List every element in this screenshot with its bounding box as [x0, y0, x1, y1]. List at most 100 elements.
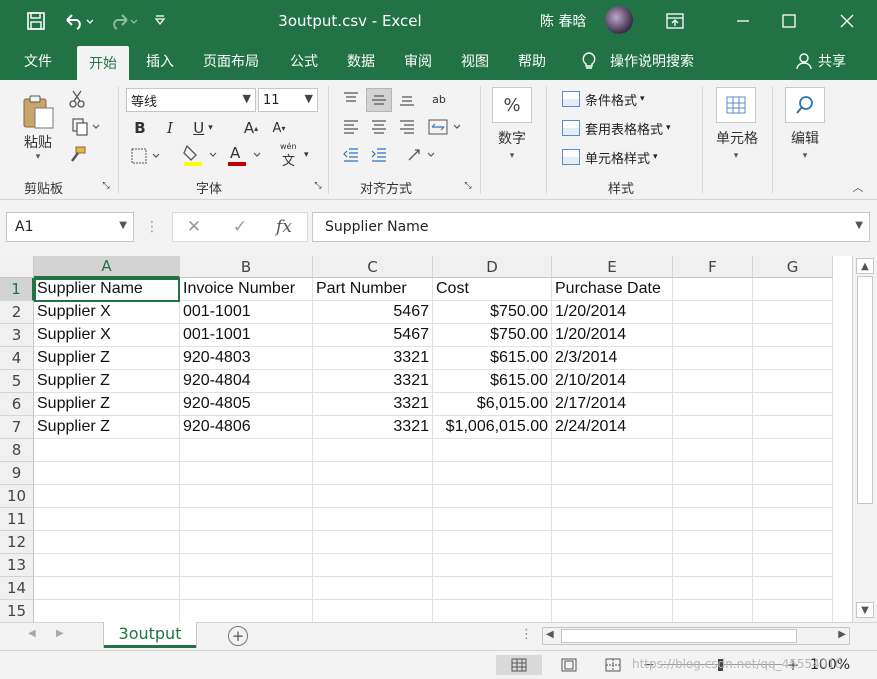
- column-header-e[interactable]: E: [552, 256, 673, 278]
- cell-d9[interactable]: [433, 462, 552, 485]
- formula-input[interactable]: Supplier Name ▼: [312, 212, 870, 242]
- close-icon[interactable]: [824, 0, 870, 42]
- cell-d8[interactable]: [433, 439, 552, 462]
- row-header-7[interactable]: 7: [0, 416, 34, 439]
- paste-button[interactable]: 粘贴 ▾: [18, 88, 58, 168]
- cell-e15[interactable]: [552, 600, 673, 622]
- align-bottom-icon[interactable]: [396, 88, 418, 110]
- cell-e2[interactable]: 1/20/2014: [552, 301, 673, 324]
- cell-g2[interactable]: [753, 301, 833, 324]
- cell-g13[interactable]: [753, 554, 833, 577]
- collapse-ribbon-icon[interactable]: ︿: [850, 180, 866, 194]
- cell-c13[interactable]: [313, 554, 433, 577]
- cell-e10[interactable]: [552, 485, 673, 508]
- cell-f13[interactable]: [673, 554, 753, 577]
- cell-a6[interactable]: Supplier Z: [34, 393, 180, 416]
- fill-color-icon[interactable]: [180, 142, 224, 168]
- cell-d12[interactable]: [433, 531, 552, 554]
- cell-b3[interactable]: 001-1001: [180, 324, 313, 347]
- cells-button[interactable]: 单元格: [710, 128, 764, 148]
- column-header-g[interactable]: G: [753, 256, 833, 278]
- cell-a3[interactable]: Supplier X: [34, 324, 180, 347]
- cell-g4[interactable]: [753, 347, 833, 370]
- column-header-b[interactable]: B: [180, 256, 313, 278]
- cell-c12[interactable]: [313, 531, 433, 554]
- tell-me-search[interactable]: 操作说明搜索: [580, 42, 694, 80]
- next-sheet-icon[interactable]: ▶: [56, 628, 64, 639]
- cell-c8[interactable]: [313, 439, 433, 462]
- cell-d6[interactable]: $6,015.00: [433, 393, 552, 416]
- cell-e11[interactable]: [552, 508, 673, 531]
- insert-function-icon[interactable]: fx: [270, 212, 298, 242]
- cell-d10[interactable]: [433, 485, 552, 508]
- font-size-combo[interactable]: 11 ▼: [258, 88, 318, 112]
- normal-view-icon[interactable]: [496, 655, 542, 675]
- cell-f11[interactable]: [673, 508, 753, 531]
- cell-g8[interactable]: [753, 439, 833, 462]
- tab-help[interactable]: 帮助: [518, 42, 546, 80]
- cell-f6[interactable]: [673, 393, 753, 416]
- cell-a5[interactable]: Supplier Z: [34, 370, 180, 393]
- row-header-12[interactable]: 12: [0, 531, 34, 554]
- cell-c6[interactable]: 3321: [313, 393, 433, 416]
- cell-b15[interactable]: [180, 600, 313, 622]
- cell-b5[interactable]: 920-4804: [180, 370, 313, 393]
- cell-d11[interactable]: [433, 508, 552, 531]
- font-launcher-icon[interactable]: ⤡: [312, 180, 324, 192]
- cell-b6[interactable]: 920-4805: [180, 393, 313, 416]
- cell-c11[interactable]: [313, 508, 433, 531]
- sheet-tab-3output[interactable]: 3output: [104, 622, 196, 648]
- column-header-a[interactable]: A: [34, 256, 180, 278]
- cell-f2[interactable]: [673, 301, 753, 324]
- cell-a13[interactable]: [34, 554, 180, 577]
- vertical-scrollbar[interactable]: ▲ ▼: [852, 256, 877, 622]
- cell-styles-button[interactable]: 单元格样式 ▾: [562, 146, 658, 168]
- tab-review[interactable]: 审阅: [404, 42, 432, 80]
- cell-c2[interactable]: 5467: [313, 301, 433, 324]
- format-as-table-button[interactable]: 套用表格格式 ▾: [562, 117, 671, 139]
- cell-c15[interactable]: [313, 600, 433, 622]
- cell-g14[interactable]: [753, 577, 833, 600]
- grow-font-icon[interactable]: A ▴: [240, 118, 262, 138]
- cell-e4[interactable]: 2/3/2014: [552, 347, 673, 370]
- minimize-icon[interactable]: [720, 0, 766, 42]
- cell-f1[interactable]: [673, 278, 753, 301]
- clipboard-launcher-icon[interactable]: ⤡: [100, 180, 112, 192]
- cell-a11[interactable]: [34, 508, 180, 531]
- cell-a1[interactable]: Supplier Name: [34, 278, 180, 301]
- cell-c9[interactable]: [313, 462, 433, 485]
- font-name-combo[interactable]: 等线 ▼: [126, 88, 256, 112]
- italic-icon[interactable]: I: [160, 118, 180, 138]
- phonetic-guide-icon[interactable]: wén 文 ▾: [276, 142, 316, 169]
- align-right-icon[interactable]: [396, 116, 418, 138]
- splitter-dots-icon[interactable]: ⋮: [520, 627, 533, 642]
- cell-c1[interactable]: Part Number: [313, 278, 433, 301]
- number-format-button[interactable]: 数字: [488, 128, 536, 148]
- font-color-icon[interactable]: A: [224, 142, 268, 168]
- cell-b4[interactable]: 920-4803: [180, 347, 313, 370]
- cell-g10[interactable]: [753, 485, 833, 508]
- cell-g12[interactable]: [753, 531, 833, 554]
- cell-b12[interactable]: [180, 531, 313, 554]
- tab-view[interactable]: 视图: [461, 42, 489, 80]
- cell-g1[interactable]: [753, 278, 833, 301]
- tab-page-layout[interactable]: 页面布局: [203, 42, 259, 80]
- borders-icon[interactable]: [128, 146, 168, 166]
- cell-f7[interactable]: [673, 416, 753, 439]
- cell-a7[interactable]: Supplier Z: [34, 416, 180, 439]
- name-box[interactable]: A1 ▼: [6, 212, 134, 242]
- tab-data[interactable]: 数据: [347, 42, 375, 80]
- row-header-11[interactable]: 11: [0, 508, 34, 531]
- cell-c3[interactable]: 5467: [313, 324, 433, 347]
- page-layout-view-icon[interactable]: [556, 655, 582, 675]
- cell-e5[interactable]: 2/10/2014: [552, 370, 673, 393]
- align-left-icon[interactable]: [340, 116, 362, 138]
- cell-b1[interactable]: Invoice Number: [180, 278, 313, 301]
- cell-d13[interactable]: [433, 554, 552, 577]
- row-header-8[interactable]: 8: [0, 439, 34, 462]
- column-header-d[interactable]: D: [433, 256, 552, 278]
- row-header-14[interactable]: 14: [0, 577, 34, 600]
- row-header-1[interactable]: 1: [0, 278, 34, 301]
- worksheet-grid[interactable]: ABCDEFG 1 2 3 4 5 6 7 8 9 10 11 12 13 14 15 Supplier N…: [0, 256, 852, 622]
- decrease-indent-icon[interactable]: [340, 144, 362, 166]
